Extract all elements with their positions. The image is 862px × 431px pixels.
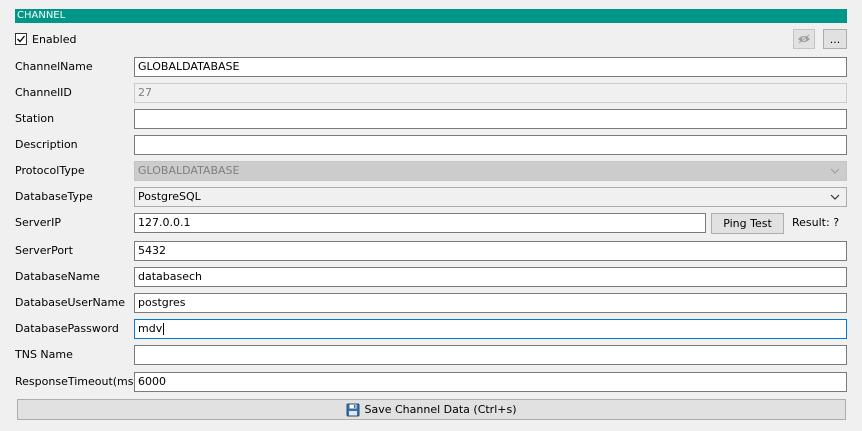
ping-result-text: Result: ?: [792, 216, 840, 229]
channel-id-label: ChannelID: [15, 86, 72, 99]
chevron-down-icon: [830, 168, 840, 174]
database-user-name-input[interactable]: postgres: [134, 293, 847, 313]
channel-name-input[interactable]: GLOBALDATABASE: [134, 57, 847, 77]
eye-icon: [798, 34, 810, 44]
server-ip-label: ServerIP: [15, 216, 61, 229]
server-port-input[interactable]: 5432: [134, 241, 847, 261]
description-label: Description: [15, 138, 78, 151]
database-password-input[interactable]: mdv: [134, 319, 847, 339]
protocol-type-value: GLOBALDATABASE: [138, 164, 240, 177]
database-type-value: PostgreSQL: [138, 190, 201, 203]
tns-name-label: TNS Name: [15, 348, 73, 361]
protocol-type-label: ProtocolType: [15, 164, 85, 177]
database-name-label: DatabaseName: [15, 270, 100, 283]
channel-name-label: ChannelName: [15, 60, 93, 73]
save-button-label: Save Channel Data (Ctrl+s): [364, 403, 517, 416]
response-timeout-label: ResponseTimeout(ms): [15, 375, 138, 388]
floppy-disk-icon: [346, 403, 360, 416]
database-user-name-label: DatabaseUserName: [15, 296, 126, 309]
more-options-button[interactable]: ...: [823, 29, 847, 49]
checkmark-icon: [17, 35, 26, 43]
station-input[interactable]: [134, 109, 847, 129]
enabled-checkbox-row[interactable]: Enabled: [15, 31, 76, 47]
enabled-label: Enabled: [32, 32, 77, 46]
description-input[interactable]: [134, 135, 847, 155]
database-password-value: mdv: [138, 322, 163, 335]
database-type-select[interactable]: PostgreSQL: [134, 187, 847, 207]
tns-name-input[interactable]: [134, 345, 847, 365]
station-label: Station: [15, 112, 55, 125]
server-port-label: ServerPort: [15, 244, 73, 257]
protocol-type-select: GLOBALDATABASE: [134, 161, 847, 181]
server-ip-input[interactable]: 127.0.0.1: [134, 213, 706, 233]
text-caret: [163, 323, 165, 335]
visibility-toggle-button[interactable]: [793, 29, 815, 49]
ping-test-button[interactable]: Ping Test: [711, 213, 784, 234]
channel-header: CHANNEL: [15, 9, 847, 23]
database-password-label: DatabasePassword: [15, 322, 119, 335]
database-type-label: DatabaseType: [15, 190, 93, 203]
save-channel-data-button[interactable]: Save Channel Data (Ctrl+s): [17, 399, 846, 420]
database-name-input[interactable]: databasech: [134, 267, 847, 287]
enabled-checkbox[interactable]: [15, 33, 27, 45]
channel-id-input: 27: [134, 83, 847, 103]
chevron-down-icon: [830, 194, 840, 200]
response-timeout-input[interactable]: 6000: [134, 372, 847, 392]
